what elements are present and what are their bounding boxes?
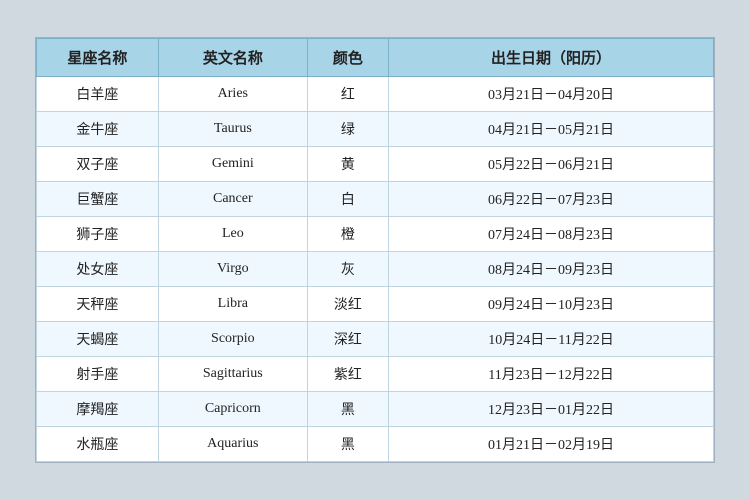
table-row: 白羊座Aries红03月21日－04月20日 [37,77,714,112]
table-row: 巨蟹座Cancer白06月22日－07月23日 [37,182,714,217]
cell-date: 01月21日－02月19日 [389,427,714,462]
table-body: 白羊座Aries红03月21日－04月20日金牛座Taurus绿04月21日－0… [37,77,714,462]
table-row: 天秤座Libra淡红09月24日－10月23日 [37,287,714,322]
header-date: 出生日期（阳历） [389,39,714,77]
cell-color: 黄 [307,147,388,182]
cell-color: 黑 [307,392,388,427]
cell-chinese: 摩羯座 [37,392,159,427]
table-row: 摩羯座Capricorn黑12月23日－01月22日 [37,392,714,427]
cell-color: 黑 [307,427,388,462]
table-row: 射手座Sagittarius紫红11月23日－12月22日 [37,357,714,392]
cell-english: Capricorn [158,392,307,427]
cell-english: Virgo [158,252,307,287]
cell-date: 08月24日－09月23日 [389,252,714,287]
zodiac-table: 星座名称 英文名称 颜色 出生日期（阳历） 白羊座Aries红03月21日－04… [36,38,714,462]
header-chinese: 星座名称 [37,39,159,77]
cell-chinese: 巨蟹座 [37,182,159,217]
cell-color: 淡红 [307,287,388,322]
cell-english: Leo [158,217,307,252]
cell-english: Sagittarius [158,357,307,392]
table-row: 水瓶座Aquarius黑01月21日－02月19日 [37,427,714,462]
cell-english: Libra [158,287,307,322]
cell-chinese: 双子座 [37,147,159,182]
table-header-row: 星座名称 英文名称 颜色 出生日期（阳历） [37,39,714,77]
header-english: 英文名称 [158,39,307,77]
cell-chinese: 水瓶座 [37,427,159,462]
cell-date: 10月24日－11月22日 [389,322,714,357]
cell-english: Cancer [158,182,307,217]
cell-english: Scorpio [158,322,307,357]
cell-chinese: 射手座 [37,357,159,392]
cell-date: 11月23日－12月22日 [389,357,714,392]
cell-chinese: 金牛座 [37,112,159,147]
cell-chinese: 天蝎座 [37,322,159,357]
table-row: 双子座Gemini黄05月22日－06月21日 [37,147,714,182]
cell-color: 红 [307,77,388,112]
cell-english: Taurus [158,112,307,147]
cell-date: 07月24日－08月23日 [389,217,714,252]
cell-chinese: 天秤座 [37,287,159,322]
cell-color: 灰 [307,252,388,287]
table-row: 金牛座Taurus绿04月21日－05月21日 [37,112,714,147]
cell-date: 06月22日－07月23日 [389,182,714,217]
cell-color: 绿 [307,112,388,147]
cell-english: Gemini [158,147,307,182]
cell-english: Aquarius [158,427,307,462]
cell-color: 紫红 [307,357,388,392]
table-row: 处女座Virgo灰08月24日－09月23日 [37,252,714,287]
cell-chinese: 狮子座 [37,217,159,252]
cell-chinese: 处女座 [37,252,159,287]
cell-color: 白 [307,182,388,217]
table-row: 狮子座Leo橙07月24日－08月23日 [37,217,714,252]
cell-date: 05月22日－06月21日 [389,147,714,182]
cell-date: 09月24日－10月23日 [389,287,714,322]
table-row: 天蝎座Scorpio深红10月24日－11月22日 [37,322,714,357]
cell-date: 03月21日－04月20日 [389,77,714,112]
cell-chinese: 白羊座 [37,77,159,112]
cell-color: 深红 [307,322,388,357]
header-color: 颜色 [307,39,388,77]
cell-date: 12月23日－01月22日 [389,392,714,427]
cell-date: 04月21日－05月21日 [389,112,714,147]
zodiac-table-container: 星座名称 英文名称 颜色 出生日期（阳历） 白羊座Aries红03月21日－04… [35,37,715,463]
cell-color: 橙 [307,217,388,252]
cell-english: Aries [158,77,307,112]
